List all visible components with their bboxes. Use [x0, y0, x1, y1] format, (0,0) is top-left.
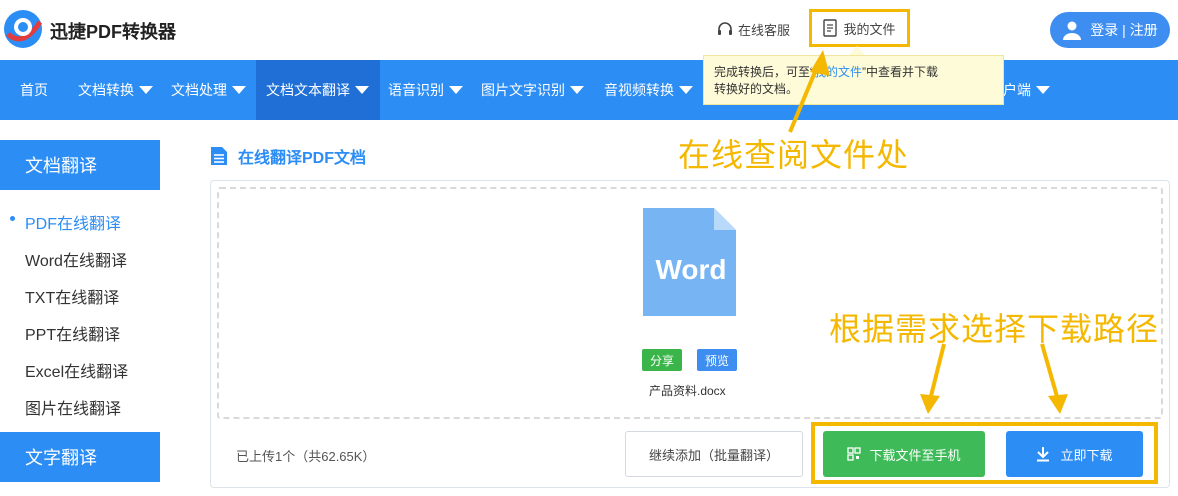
nav-ocr[interactable]: 图片文字识别 [481, 60, 584, 120]
nav-client[interactable]: 户端 [1003, 60, 1050, 120]
caret-down-icon [1036, 86, 1050, 94]
download-highlight-box [811, 422, 1158, 484]
nav-doc-convert[interactable]: 文档转换 [78, 60, 153, 120]
add-more-button[interactable]: 继续添加（批量翻译） [625, 431, 803, 477]
share-button[interactable]: 分享 [642, 349, 682, 371]
word-icon-text: Word [655, 254, 726, 285]
header: 迅捷PDF转换器 在线客服 我的文件 登录 | 注册 [0, 0, 1178, 60]
login-link[interactable]: 登录 [1090, 22, 1118, 38]
customer-service-link[interactable]: 在线客服 [716, 20, 790, 39]
brand-name[interactable]: 迅捷PDF转换器 [50, 18, 176, 44]
nav-label: 户端 [1003, 82, 1031, 98]
nav-home[interactable]: 首页 [20, 60, 48, 120]
sidebar-item-pdf[interactable]: PDF在线翻译 [25, 210, 121, 234]
sidebar-item-image[interactable]: 图片在线翻译 [25, 395, 121, 419]
page-title: 在线翻译PDF文档 [210, 144, 366, 168]
my-files-tooltip: 完成转换后，可至“我的文件”中查看并下载 转换好的文档。 [703, 55, 1004, 105]
nav-label: 音视频转换 [604, 82, 674, 98]
preview-button[interactable]: 预览 [697, 349, 737, 371]
nav-label: 文档转换 [78, 82, 134, 98]
annotation-choose-download: 根据需求选择下载路径 [829, 311, 1160, 347]
caret-down-icon [355, 86, 369, 94]
sidebar-section-text-translate[interactable]: 文字翻译 [0, 432, 160, 482]
nav-label: 文档文本翻译 [266, 82, 350, 98]
document-icon [823, 19, 838, 37]
login-register-button[interactable]: 登录 | 注册 [1050, 12, 1170, 48]
active-dot [10, 216, 15, 221]
caret-down-icon [570, 86, 584, 94]
nav-label: 文档处理 [171, 82, 227, 98]
tooltip-text: 完成转换后，可至“ [714, 65, 814, 79]
my-files-button[interactable]: 我的文件 [809, 9, 910, 47]
tooltip-link[interactable]: 我的文件 [814, 65, 862, 79]
headset-icon [718, 21, 732, 35]
file-icon [211, 147, 227, 165]
page-title-text: 在线翻译PDF文档 [238, 150, 367, 167]
tooltip-text: 转换好的文档。 [714, 82, 799, 96]
sidebar-item-ppt[interactable]: PPT在线翻译 [25, 321, 120, 345]
tooltip-arrow [849, 46, 865, 55]
annotation-view-files: 在线查阅文件处 [678, 137, 910, 173]
my-files-label: 我的文件 [843, 21, 896, 37]
sidebar-item-word[interactable]: Word在线翻译 [25, 247, 127, 271]
caret-down-icon [679, 86, 693, 94]
nav-av-convert[interactable]: 音视频转换 [604, 60, 693, 120]
word-file-icon: Word [643, 208, 736, 316]
caret-down-icon [139, 86, 153, 94]
sidebar-item-excel[interactable]: Excel在线翻译 [25, 358, 128, 382]
caret-down-icon [232, 86, 246, 94]
nav-label: 图片文字识别 [481, 82, 565, 98]
register-link[interactable]: 注册 [1130, 22, 1158, 38]
separator: | [1122, 22, 1126, 38]
nav-doc-process[interactable]: 文档处理 [171, 60, 246, 120]
caret-down-icon [449, 86, 463, 94]
sidebar-section-doc-translate[interactable]: 文档翻译 [0, 140, 160, 190]
upload-info: 已上传1个（共62.65K） [236, 449, 376, 464]
nav-label: 语音识别 [388, 82, 444, 98]
filename: 产品资料.docx [649, 384, 726, 398]
user-icon [1063, 21, 1082, 40]
nav-label: 首页 [20, 82, 48, 98]
logo-icon[interactable] [2, 8, 44, 50]
nav-speech[interactable]: 语音识别 [388, 60, 463, 120]
sidebar-item-txt[interactable]: TXT在线翻译 [25, 284, 119, 308]
tooltip-text: ”中查看并下载 [862, 65, 939, 79]
nav-doc-translate[interactable]: 文档文本翻译 [256, 60, 380, 120]
customer-service-label: 在线客服 [738, 23, 791, 38]
